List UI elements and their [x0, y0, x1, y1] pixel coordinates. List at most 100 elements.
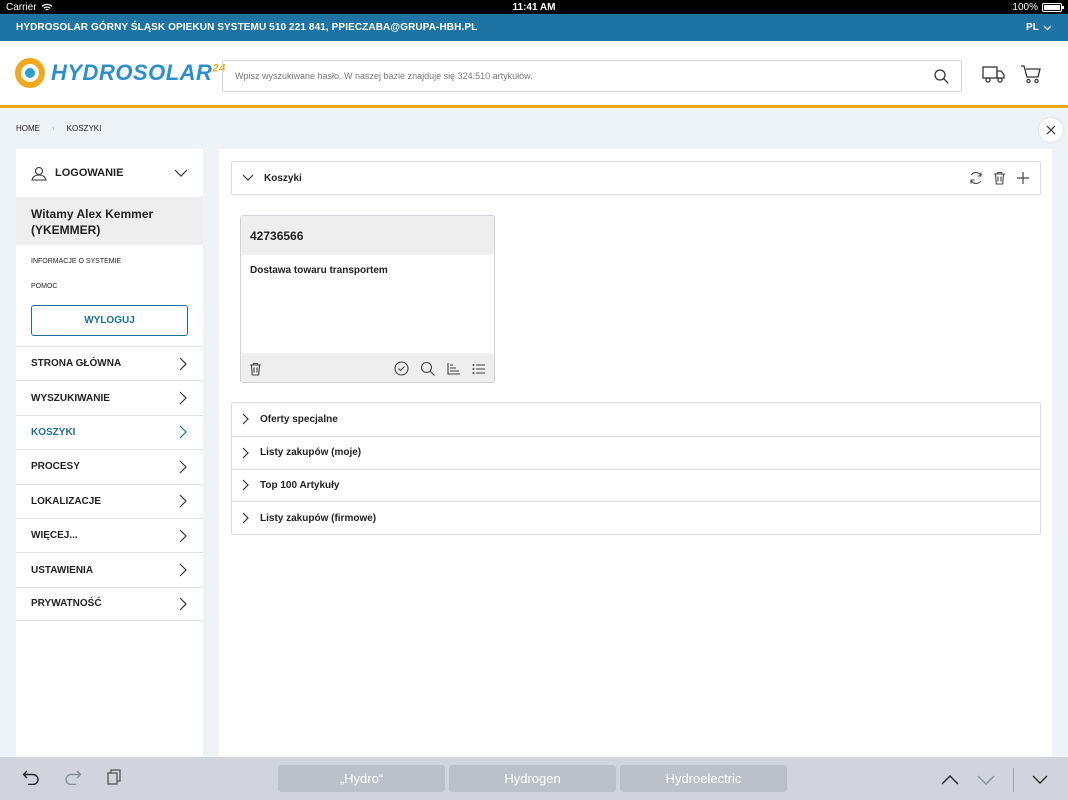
- info-bar-text: HYDROSOLAR GÓRNY ŚLĄSK OPIEKUN SYSTEMU 5…: [16, 22, 478, 33]
- logo-mark-icon: [15, 58, 45, 88]
- breadcrumb: HOME › KOSZYKI: [16, 124, 101, 133]
- sidebar-item-label: WYSZUKIWANIE: [31, 392, 110, 404]
- undo-icon[interactable]: [22, 769, 40, 785]
- sidebar-item-more[interactable]: WIĘCEJ...: [16, 517, 203, 552]
- suggestion-1[interactable]: „Hydro“: [278, 765, 445, 792]
- cart-card[interactable]: 42736566 Dostawa towaru transportem: [240, 215, 495, 383]
- trash-icon[interactable]: [249, 362, 262, 376]
- sidebar-item-label: KOSZYKI: [31, 426, 76, 438]
- accordion-label: Top 100 Artykuły: [260, 479, 340, 491]
- carrier-label: Carrier: [6, 1, 37, 13]
- language-selector[interactable]: PL: [1026, 22, 1052, 33]
- battery-percent: 100%: [1012, 1, 1038, 13]
- accordion-list: Oferty specjalne Listy zakupów (moje) To…: [231, 402, 1041, 535]
- suggestion-2[interactable]: Hydrogen: [449, 765, 616, 792]
- status-time: 11:41 AM: [512, 1, 556, 13]
- chevron-right-icon: [179, 460, 187, 474]
- logo[interactable]: HYDROSOLAR24: [15, 58, 226, 88]
- sidebar-item-privacy[interactable]: PRYWATNOŚĆ: [16, 586, 203, 622]
- sidebar-item-label: LOKALIZACJE: [31, 495, 101, 507]
- wifi-icon: [41, 3, 53, 12]
- chevron-down-icon[interactable]: [977, 775, 995, 785]
- help-link[interactable]: POMOC: [16, 274, 203, 299]
- sidebar: LOGOWANIE Witamy Alex Kemmer (YKEMMER) I…: [16, 149, 203, 757]
- login-label: LOGOWANIE: [55, 167, 124, 179]
- logo-text: HYDROSOLAR24: [51, 60, 226, 85]
- battery-icon: [1042, 2, 1064, 12]
- accordion-label: Listy zakupów (moje): [260, 447, 362, 459]
- chevron-right-icon: [242, 479, 250, 491]
- info-bar: HYDROSOLAR GÓRNY ŚLĄSK OPIEKUN SYSTEMU 5…: [0, 14, 1068, 41]
- refresh-icon[interactable]: [969, 171, 983, 185]
- divider: [1013, 768, 1014, 792]
- header-icons: [982, 64, 1042, 84]
- chevron-down-icon: [174, 169, 188, 177]
- list-icon[interactable]: [472, 363, 486, 375]
- chevron-right-icon: [242, 512, 250, 524]
- sidebar-item-settings[interactable]: USTAWIENIA: [16, 552, 203, 586]
- chevron-down-icon: [242, 174, 254, 182]
- search-placeholder: Wpisz wyszukiwane hasło. W naszej bazie …: [235, 71, 533, 81]
- autocomplete-suggestions: „Hydro“ Hydrogen Hydroelectric: [278, 765, 787, 792]
- add-icon[interactable]: [1016, 171, 1030, 185]
- hide-keyboard-icon[interactable]: [1032, 775, 1048, 785]
- chevron-right-icon: [179, 357, 187, 371]
- panel-tools: [969, 171, 1030, 185]
- breadcrumb-current: KOSZYKI: [66, 124, 102, 133]
- cart-card-actions: [241, 353, 494, 382]
- cart-number: 42736566: [241, 216, 494, 255]
- language-label: PL: [1026, 22, 1039, 33]
- breadcrumb-home[interactable]: HOME: [16, 124, 40, 133]
- accordion-label: Listy zakupów (firmowe): [260, 512, 377, 524]
- cart-icon[interactable]: [1020, 64, 1042, 84]
- keyboard-shortcut-bar: „Hydro“ Hydrogen Hydroelectric: [0, 757, 1068, 800]
- chevron-right-icon: [179, 494, 187, 508]
- accordion-label: Oferty specjalne: [260, 413, 338, 425]
- search-icon[interactable]: [420, 361, 436, 376]
- sidebar-item-label: USTAWIENIA: [31, 564, 94, 576]
- sidebar-item-home[interactable]: STRONA GŁÓWNA: [16, 346, 203, 380]
- redo-icon[interactable]: [64, 769, 82, 785]
- system-info-link[interactable]: INFORMACJE O SYSTEMIE: [16, 249, 203, 274]
- ios-status-bar: Carrier 11:41 AM 100%: [0, 0, 1068, 14]
- sidebar-item-carts[interactable]: KOSZYKI: [16, 414, 203, 449]
- panel-title: Koszyki: [264, 172, 302, 184]
- sort-icon[interactable]: [447, 362, 461, 375]
- paste-icon[interactable]: [106, 769, 122, 785]
- close-icon: [1046, 125, 1056, 135]
- login-toggle[interactable]: LOGOWANIE: [16, 149, 203, 197]
- sidebar-item-processes[interactable]: PROCESY: [16, 449, 203, 483]
- search-input[interactable]: Wpisz wyszukiwane hasło. W naszej bazie …: [222, 60, 962, 92]
- chevron-right-icon: [179, 425, 187, 439]
- search-icon[interactable]: [934, 68, 949, 84]
- accordion-top-100[interactable]: Top 100 Artykuły: [232, 468, 1040, 502]
- site-header: HYDROSOLAR24 Wpisz wyszukiwane hasło. W …: [0, 41, 1068, 108]
- keyboard-edit-actions: [22, 769, 122, 785]
- sidebar-item-locations[interactable]: LOKALIZACJE: [16, 483, 203, 518]
- chevron-right-icon: [179, 391, 187, 405]
- cart-description: Dostawa towaru transportem: [250, 265, 388, 276]
- logout-button[interactable]: WYLOGUJ: [31, 305, 188, 336]
- trash-icon[interactable]: [993, 171, 1006, 185]
- accordion-company-shopping-lists[interactable]: Listy zakupów (firmowe): [232, 501, 1040, 534]
- chevron-right-icon: [179, 563, 187, 577]
- suggestion-3[interactable]: Hydroelectric: [620, 765, 787, 792]
- chevron-right-icon: [242, 413, 250, 425]
- carts-panel-header[interactable]: Koszyki: [231, 161, 1041, 195]
- close-button[interactable]: [1039, 118, 1063, 142]
- sidebar-item-search[interactable]: WYSZUKIWANIE: [16, 380, 203, 414]
- chevron-right-icon: [242, 447, 250, 459]
- chevron-right-icon: [179, 597, 187, 611]
- check-circle-icon[interactable]: [394, 361, 409, 376]
- user-icon: [31, 166, 47, 181]
- accordion-my-shopping-lists[interactable]: Listy zakupów (moje): [232, 435, 1040, 469]
- sidebar-item-label: PRYWATNOŚĆ: [31, 598, 102, 610]
- welcome-message: Witamy Alex Kemmer (YKEMMER): [16, 197, 203, 245]
- chevron-down-icon: [1043, 25, 1052, 31]
- sidebar-item-label: PROCESY: [31, 461, 80, 473]
- battery-group: 100%: [1012, 1, 1064, 13]
- accordion-special-offers[interactable]: Oferty specjalne: [232, 403, 1040, 436]
- carrier-group: Carrier: [6, 2, 53, 13]
- delivery-truck-icon[interactable]: [982, 64, 1006, 84]
- chevron-up-icon[interactable]: [941, 775, 959, 785]
